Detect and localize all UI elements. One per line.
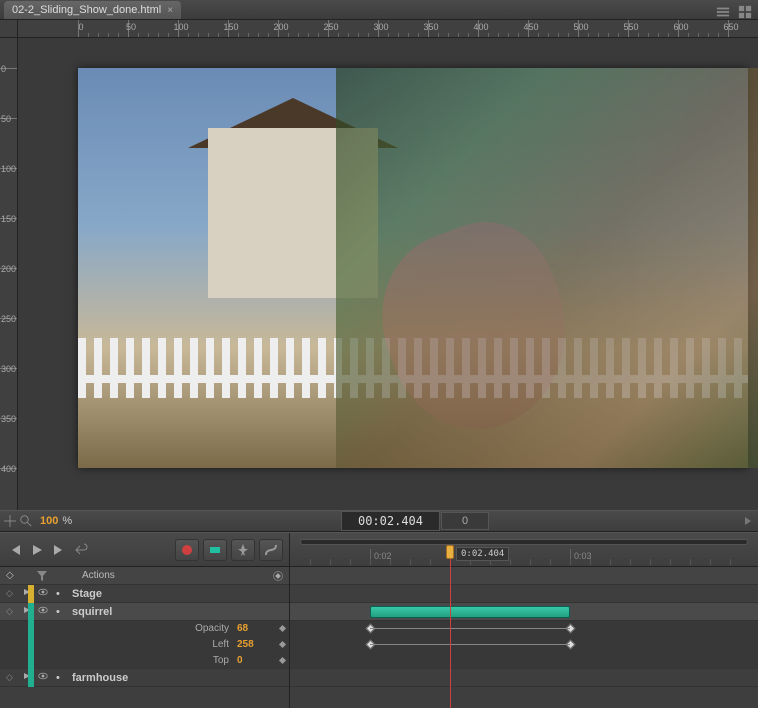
visibility-icon[interactable] xyxy=(38,671,52,684)
layer-name: farmhouse xyxy=(72,672,128,684)
playhead-time-label: 0:02.404 xyxy=(456,547,509,561)
goto-end-button[interactable] xyxy=(50,541,68,559)
timeline-tracks-panel: 0:02 0:03 0:02.404 xyxy=(290,533,758,708)
playhead-head[interactable] xyxy=(446,545,454,559)
tween-bar[interactable] xyxy=(370,606,570,618)
property-label: Opacity xyxy=(195,623,229,634)
return-button[interactable] xyxy=(72,541,90,559)
squirrel-image[interactable] xyxy=(336,68,758,468)
add-keyframe-button[interactable] xyxy=(275,623,289,634)
actions-label: Actions xyxy=(82,570,115,581)
time-scrollbar[interactable] xyxy=(300,539,748,545)
play-button[interactable] xyxy=(28,541,46,559)
property-row-left: Left 258 xyxy=(0,637,289,653)
easing-button[interactable] xyxy=(259,539,283,561)
document-tab-bar: 02-2_Sliding_Show_done.html × xyxy=(0,0,758,20)
lock-dot-icon[interactable]: • xyxy=(56,588,66,600)
current-frame-display[interactable]: 0 xyxy=(441,512,489,530)
timeline-panel: ◇ Actions ◇ • Stage ◇ • squirrel Opacity 68 Left… xyxy=(0,532,758,708)
expand-arrow-icon[interactable] xyxy=(742,515,754,527)
property-row-top: Top 0 xyxy=(0,653,289,669)
property-track-top[interactable] xyxy=(290,653,758,669)
property-label: Left xyxy=(212,639,229,650)
disclosure-triangle-icon[interactable] xyxy=(22,671,34,684)
layer-track-stage[interactable] xyxy=(290,585,758,603)
property-value[interactable]: 0 xyxy=(237,655,275,666)
ruler-vertical[interactable]: 050100150200250300350400450 xyxy=(0,38,18,510)
auto-transition-button[interactable] xyxy=(203,539,227,561)
stage-viewport[interactable] xyxy=(18,38,758,510)
property-track-left[interactable] xyxy=(290,637,758,653)
time-ruler[interactable]: 0:02 0:03 xyxy=(290,533,758,567)
panel-menu-icon[interactable] xyxy=(716,5,730,19)
ruler-origin[interactable] xyxy=(0,20,18,38)
layer-track-squirrel[interactable] xyxy=(290,603,758,621)
actions-header-row: ◇ Actions xyxy=(0,567,289,585)
property-label: Top xyxy=(213,655,229,666)
layer-row-farmhouse[interactable]: ◇ • farmhouse xyxy=(0,669,289,687)
visibility-icon[interactable] xyxy=(38,605,52,618)
auto-keyframe-button[interactable] xyxy=(175,539,199,561)
add-keyframe-button[interactable] xyxy=(275,655,289,666)
playback-controls xyxy=(0,533,289,567)
close-icon[interactable]: × xyxy=(167,5,173,16)
add-keyframe-button[interactable] xyxy=(275,639,289,650)
visibility-icon[interactable] xyxy=(38,587,52,600)
keyframe-nav-icon[interactable]: ◇ xyxy=(6,606,18,617)
status-bar: 100 % 00:02.404 0 xyxy=(0,510,758,532)
time-tick: 0:02 xyxy=(370,549,392,565)
keyframe-nav-icon[interactable]: ◇ xyxy=(6,570,18,581)
document-tab[interactable]: 02-2_Sliding_Show_done.html × xyxy=(4,1,181,19)
property-row-opacity: Opacity 68 xyxy=(0,621,289,637)
layer-row-stage[interactable]: ◇ • Stage xyxy=(0,585,289,603)
playhead-line[interactable] xyxy=(450,545,451,708)
stage[interactable] xyxy=(78,68,748,468)
zoom-value[interactable]: 100 xyxy=(40,515,58,527)
pin-button[interactable] xyxy=(231,539,255,561)
timeline-layer-panel: ◇ Actions ◇ • Stage ◇ • squirrel Opacity 68 Left… xyxy=(0,533,290,708)
crosshair-icon[interactable] xyxy=(4,515,16,527)
property-value[interactable]: 258 xyxy=(237,639,275,650)
actions-track[interactable] xyxy=(290,567,758,585)
layer-row-squirrel[interactable]: ◇ • squirrel xyxy=(0,603,289,621)
disclosure-triangle-icon[interactable] xyxy=(22,587,34,600)
property-track-opacity[interactable] xyxy=(290,621,758,637)
layer-name: Stage xyxy=(72,588,102,600)
tab-title: 02-2_Sliding_Show_done.html xyxy=(12,4,161,16)
add-action-button[interactable] xyxy=(273,571,283,581)
panel-options-icon[interactable] xyxy=(738,5,752,19)
layer-name: squirrel xyxy=(72,606,112,618)
current-time-display[interactable]: 00:02.404 xyxy=(341,511,440,531)
property-value[interactable]: 68 xyxy=(237,623,275,634)
disclosure-triangle-icon[interactable] xyxy=(22,605,34,618)
lock-dot-icon[interactable]: • xyxy=(56,606,66,618)
filter-icon[interactable] xyxy=(36,570,48,582)
keyframe-nav-icon[interactable]: ◇ xyxy=(6,588,18,599)
zoom-icon[interactable] xyxy=(20,515,32,527)
time-tick: 0:03 xyxy=(570,549,592,565)
zoom-percent: % xyxy=(62,515,72,527)
keyframe-nav-icon[interactable]: ◇ xyxy=(6,672,18,683)
lock-dot-icon[interactable]: • xyxy=(56,672,66,684)
ruler-horizontal[interactable]: 501001502002503003504004505005506006500 xyxy=(18,20,758,38)
layer-track-farmhouse[interactable] xyxy=(290,669,758,687)
goto-start-button[interactable] xyxy=(6,541,24,559)
